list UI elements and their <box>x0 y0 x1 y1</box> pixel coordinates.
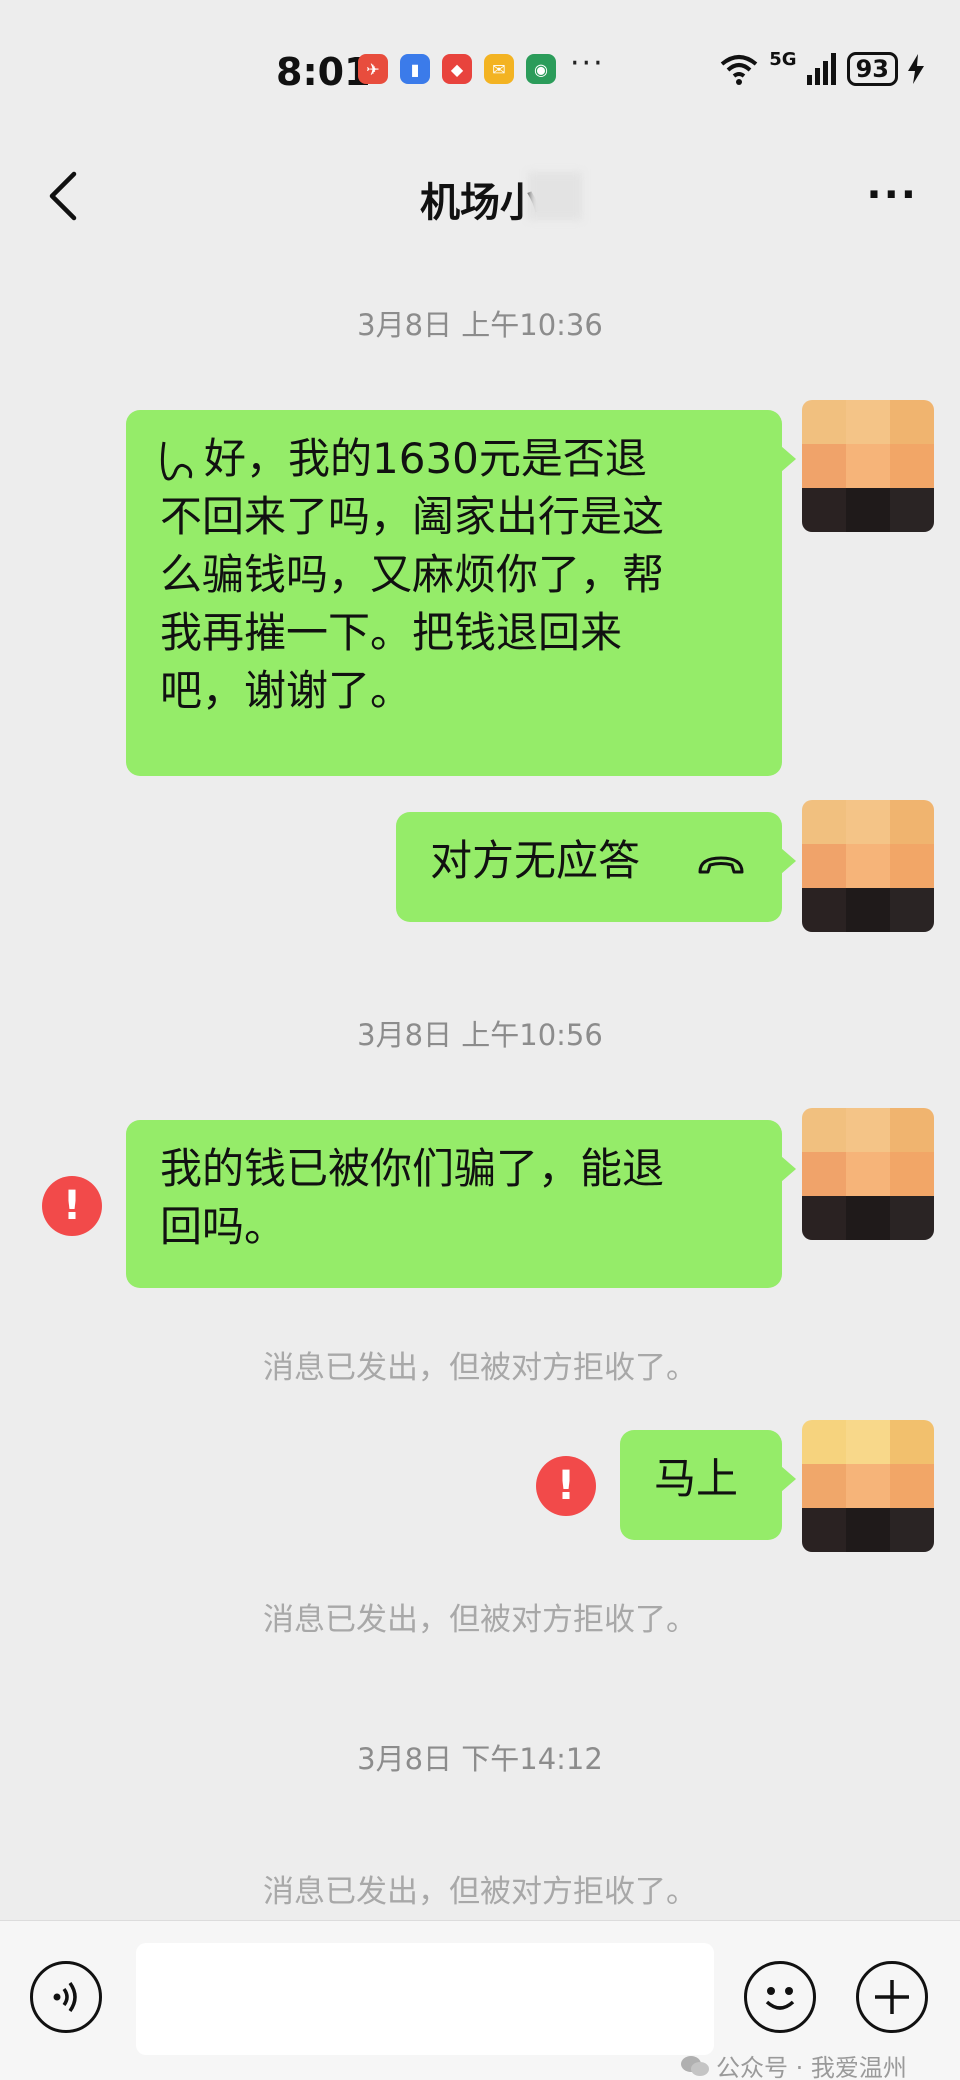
timestamp: 3月8日 下午14:12 <box>357 1742 603 1776</box>
message-line: 回吗。 <box>160 1202 287 1251</box>
signal-icon <box>806 53 836 85</box>
rejected-notice: 消息已发出，但被对方拒收了。 <box>263 1350 697 1386</box>
timestamp: 3月8日 上午10:56 <box>357 1018 603 1052</box>
avatar[interactable] <box>802 1420 934 1552</box>
more-functions-button[interactable] <box>856 1961 928 2033</box>
emoji-button[interactable] <box>744 1961 816 2033</box>
message-line: 不回来了吗，阖家出行是这 <box>160 492 665 541</box>
chat-title: 机场小 <box>420 180 540 226</box>
more-options-button[interactable]: ··· <box>866 172 918 218</box>
plus-icon <box>875 1980 909 2014</box>
more-notifications-icon: ··· <box>570 46 605 81</box>
app-notification-icon: ✈ <box>358 54 388 84</box>
call-bubble[interactable]: 对方无应答 <box>396 812 796 922</box>
globe-app-icon: ◉ <box>526 54 556 84</box>
message-bubble[interactable]: 好，我的1630元是否退 不回来了吗，阖家出行是这 么骗钱吗，又麻烦你了，帮 我… <box>126 410 796 776</box>
message-bubble[interactable]: 我的钱已被你们骗了，能退 回吗。 <box>126 1120 796 1288</box>
avatar[interactable] <box>802 1108 934 1240</box>
message-input[interactable] <box>136 1943 714 2055</box>
status-app-icons: ✈ ▮ ◆ ✉ ◉ <box>358 54 556 84</box>
message-line: 我的钱已被你们骗了，能退 <box>160 1144 665 1193</box>
rejected-notice: 消息已发出，但被对方拒收了。 <box>263 1874 697 1910</box>
battery-level: 93 <box>846 52 898 86</box>
wifi-icon <box>721 55 758 85</box>
send-failed-icon[interactable]: ! <box>42 1176 102 1236</box>
status-indicators: 5G 93 <box>719 48 924 86</box>
title-redaction <box>528 172 582 220</box>
avatar[interactable] <box>802 400 934 532</box>
audio-app-icon: ▮ <box>400 54 430 84</box>
charging-icon <box>908 54 924 84</box>
mail-icon: ✉ <box>484 54 514 84</box>
timestamp: 3月8日 上午10:36 <box>357 308 603 342</box>
emoji-icon <box>765 1987 795 2010</box>
app-notification-icon-2: ◆ <box>442 54 472 84</box>
message-line: 好，我的1630元是否退 <box>204 434 647 483</box>
voice-icon <box>53 1981 77 2013</box>
handwritten-glyph-icon <box>160 441 193 481</box>
send-failed-icon[interactable]: ! <box>536 1456 596 1516</box>
rejected-notice: 消息已发出，但被对方拒收了。 <box>263 1602 697 1638</box>
network-type: 5G <box>769 48 797 70</box>
message-text: 马上 <box>654 1454 739 1503</box>
chat-header: 机场小 ··· <box>0 140 960 250</box>
voice-input-button[interactable] <box>30 1961 102 2033</box>
message-line: 我再摧一下。把钱退回来 <box>160 608 623 657</box>
message-bubble[interactable]: 马上 <box>620 1430 796 1540</box>
status-bar: 8:01 ✈ ▮ ◆ ✉ ◉ ··· 5G 93 <box>0 0 960 140</box>
avatar[interactable] <box>802 800 934 932</box>
wechat-logo-icon <box>681 2055 709 2076</box>
message-line: 么骗钱吗，又麻烦你了，帮 <box>160 550 665 599</box>
phone-hangup-icon <box>698 856 744 874</box>
call-status-text: 对方无应答 <box>430 836 641 885</box>
status-time: 8:01 <box>276 50 371 94</box>
message-line: 吧，谢谢了。 <box>160 666 413 715</box>
watermark: 公众号 · 我爱温州 <box>680 2048 907 2080</box>
watermark-text: 公众号 · 我爱温州 <box>716 2054 907 2080</box>
